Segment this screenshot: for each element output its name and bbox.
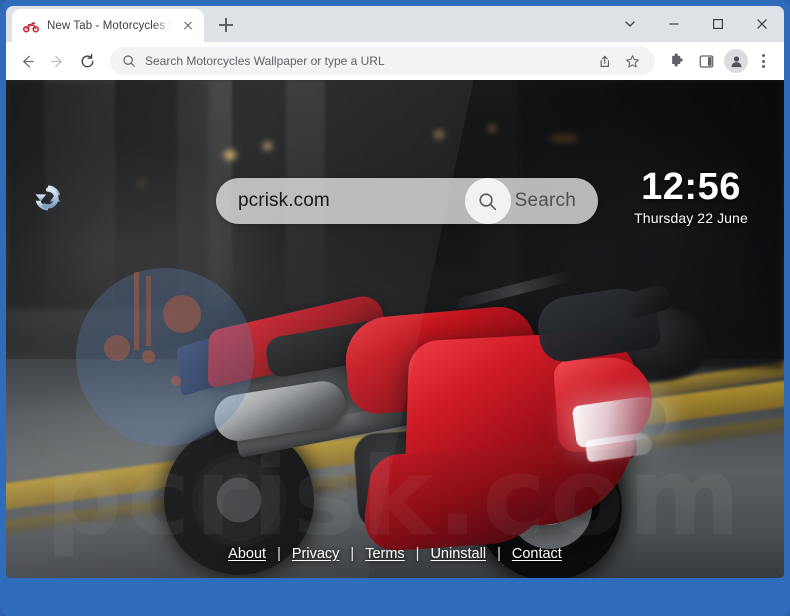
minimize-icon[interactable] — [652, 7, 696, 41]
tab-title: New Tab - Motorcycles Wallpape — [47, 19, 172, 32]
wallpaper-search-bar[interactable]: pcrisk.com Search — [216, 178, 598, 224]
three-dots-menu-icon[interactable] — [750, 47, 776, 75]
search-button-label: Search — [514, 190, 576, 211]
puzzle-piece-icon[interactable] — [661, 46, 691, 76]
close-icon[interactable] — [180, 18, 196, 34]
search-input[interactable]: pcrisk.com — [238, 190, 465, 212]
clock-date: Thursday 22 June — [634, 209, 748, 226]
new-tab-page: pcrisk.com pcrisk.com — [6, 80, 784, 578]
footer-separator: | — [415, 546, 420, 562]
new-tab-button[interactable] — [212, 11, 240, 39]
clock-widget: 12:56 Thursday 22 June — [616, 166, 766, 226]
maximize-icon[interactable] — [696, 7, 740, 41]
footer-link-about[interactable]: About — [228, 546, 266, 562]
footer-link-terms[interactable]: Terms — [365, 546, 404, 562]
sync-arrows-icon[interactable] — [28, 178, 68, 218]
footer-link-uninstall[interactable]: Uninstall — [430, 546, 486, 562]
footer-link-contact[interactable]: Contact — [512, 546, 562, 562]
reload-icon[interactable] — [72, 46, 102, 76]
browser-toolbar: Search Motorcycles Wallpaper or type a U… — [6, 42, 784, 80]
share-icon[interactable] — [591, 48, 617, 74]
search-icon — [464, 178, 511, 224]
browser-window: New Tab - Motorcycles Wallpape — [0, 0, 790, 616]
side-panel-icon[interactable] — [691, 46, 721, 76]
search-button[interactable]: Search — [464, 178, 598, 224]
profile-avatar-icon[interactable] — [724, 49, 748, 73]
back-arrow-icon[interactable] — [12, 46, 42, 76]
address-bar-actions — [591, 48, 645, 74]
window-controls — [608, 6, 784, 42]
footer-separator: | — [277, 546, 281, 562]
browser-tab[interactable]: New Tab - Motorcycles Wallpape — [12, 9, 204, 42]
address-bar[interactable]: Search Motorcycles Wallpaper or type a U… — [110, 47, 655, 75]
wallpaper-image — [6, 80, 784, 578]
motorcycle-graphic — [156, 240, 675, 578]
address-bar-text: Search Motorcycles Wallpaper or type a U… — [145, 54, 385, 68]
footer-separator: | — [497, 546, 501, 562]
footer-link-privacy[interactable]: Privacy — [292, 546, 340, 562]
chevron-down-icon[interactable] — [608, 7, 652, 41]
tab-strip: New Tab - Motorcycles Wallpape — [6, 6, 784, 42]
search-icon — [122, 54, 136, 68]
clock-time: 12:56 — [641, 166, 741, 208]
forward-arrow-icon — [42, 46, 72, 76]
star-icon[interactable] — [619, 48, 645, 74]
close-icon[interactable] — [740, 7, 784, 41]
footer-separator: | — [350, 546, 355, 562]
motorcycle-icon — [23, 18, 39, 34]
footer-links: About | Privacy | Terms | Uninstall | Co… — [6, 546, 784, 562]
